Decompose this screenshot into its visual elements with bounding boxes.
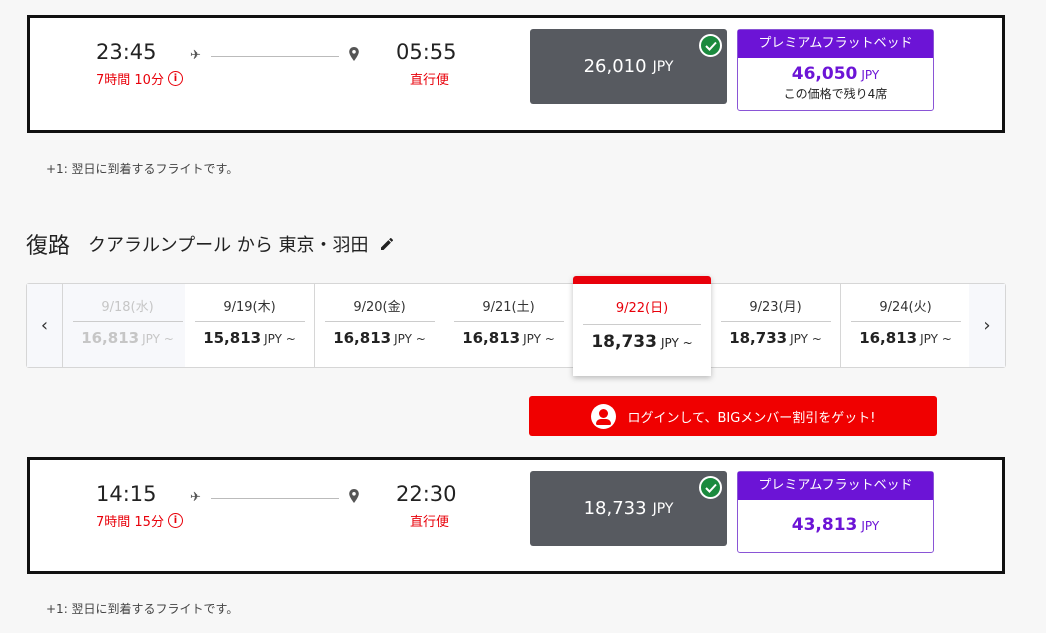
date-currency: JPY ~	[142, 332, 174, 346]
pencil-edit-icon[interactable]	[379, 236, 395, 252]
check-icon	[699, 476, 722, 499]
date-option-0[interactable]: 9/18(水) 16,813 JPY ~	[63, 284, 193, 367]
date-currency: JPY ~	[790, 332, 822, 346]
selected-date-currency: JPY ~	[660, 336, 693, 350]
arrival-time: 22:30	[396, 482, 457, 506]
date-price: 16,813	[81, 329, 140, 347]
selected-indicator	[573, 276, 711, 284]
return-route: クアラルンプール から 東京・羽田	[88, 235, 369, 256]
duration-text: 7時間 10分	[96, 73, 164, 88]
chevron-right-icon: ›	[983, 315, 991, 336]
standard-currency: JPY	[652, 58, 674, 75]
login-banner-text: ログインして、BIGメンバー割引をゲット!	[627, 410, 876, 426]
selected-date-price: 18,733	[591, 332, 657, 352]
standard-price: 18,733	[583, 498, 647, 519]
date-selector: ‹ 9/18(水) 16,813 JPY ~ 9/19(木) 15,813 JPY …	[26, 283, 1006, 368]
arrival-time: 05:55	[396, 40, 457, 64]
premium-flatbed-fare[interactable]: プレミアムフラットベッド 46,050 JPY この価格で残り4席	[737, 29, 934, 111]
date-label: 9/20(金)	[353, 300, 406, 315]
date-price: 16,813	[462, 329, 521, 347]
date-currency: JPY ~	[523, 332, 555, 346]
premium-price: 43,813	[791, 515, 858, 535]
date-label: 9/19(木)	[223, 300, 276, 315]
seats-remaining: この価格で残り4席	[783, 87, 888, 101]
return-heading: 復路 クアラルンプール から 東京・羽田	[26, 228, 395, 260]
date-price: 15,813	[203, 329, 262, 347]
date-label: 9/24(火)	[879, 300, 932, 315]
chevron-left-icon: ‹	[40, 315, 49, 336]
info-icon[interactable]: i	[167, 71, 183, 86]
duration-text: 7時間 15分	[96, 515, 164, 530]
premium-price: 46,050	[791, 64, 858, 84]
return-title: 復路	[26, 234, 71, 259]
date-option-selected[interactable]: 9/22(日) 18,733 JPY ~	[573, 276, 711, 376]
route-line	[211, 56, 339, 57]
date-label: 9/18(水)	[101, 300, 154, 315]
departure-time: 23:45	[96, 40, 157, 64]
date-currency: JPY ~	[394, 332, 426, 346]
date-price: 16,813	[859, 329, 918, 347]
route-line	[211, 498, 339, 499]
standard-fare-selected[interactable]: 26,010 JPY	[530, 29, 727, 104]
date-option-3[interactable]: 9/21(土) 16,813 JPY ~	[444, 284, 574, 367]
flight-duration[interactable]: 7時間 15分 i	[96, 511, 183, 530]
premium-label: プレミアムフラットベッド	[738, 472, 933, 500]
date-option-6[interactable]: 9/24(火) 16,813 JPY ~	[841, 284, 971, 367]
selected-date-label: 9/22(日)	[615, 301, 669, 316]
date-label: 9/23(月)	[749, 300, 802, 315]
location-pin-icon	[349, 47, 359, 61]
next-day-note: +1: 翌日に到着するフライトです。	[46, 162, 239, 176]
date-price: 18,733	[729, 329, 788, 347]
premium-flatbed-fare[interactable]: プレミアムフラットベッド 43,813 JPY	[737, 471, 934, 553]
date-currency: JPY ~	[264, 332, 296, 346]
plane-icon: ✈	[190, 490, 201, 505]
date-option-5[interactable]: 9/23(月) 18,733 JPY ~	[711, 284, 841, 367]
premium-currency: JPY	[861, 519, 880, 533]
date-price: 16,813	[333, 329, 392, 347]
next-dates-button[interactable]: ›	[969, 284, 1005, 367]
premium-label: プレミアムフラットベッド	[738, 30, 933, 58]
premium-currency: JPY	[861, 68, 880, 82]
next-day-note: +1: 翌日に到着するフライトです。	[46, 602, 239, 616]
check-icon	[699, 34, 722, 57]
plane-icon: ✈	[190, 48, 201, 63]
date-option-1[interactable]: 9/19(木) 15,813 JPY ~	[185, 284, 315, 367]
return-flight-card: 14:15 7時間 15分 i ✈ 22:30 直行便 18,733 JPY プ…	[27, 457, 1005, 574]
info-icon[interactable]: i	[167, 513, 183, 528]
location-pin-icon	[349, 489, 359, 503]
prev-dates-button[interactable]: ‹	[27, 284, 63, 367]
outbound-flight-card: 23:45 7時間 10分 i ✈ 05:55 直行便 26,010 JPY プ…	[27, 15, 1005, 133]
departure-time: 14:15	[96, 482, 157, 506]
standard-fare-selected[interactable]: 18,733 JPY	[530, 471, 727, 546]
user-icon	[590, 403, 616, 429]
standard-currency: JPY	[652, 500, 674, 517]
login-member-discount-button[interactable]: ログインして、BIGメンバー割引をゲット!	[529, 396, 937, 436]
standard-price: 26,010	[583, 56, 647, 77]
date-label: 9/21(土)	[482, 300, 535, 315]
flight-duration[interactable]: 7時間 10分 i	[96, 69, 183, 88]
direct-flight-label: 直行便	[410, 73, 450, 88]
direct-flight-label: 直行便	[410, 515, 450, 530]
date-option-2[interactable]: 9/20(金) 16,813 JPY ~	[315, 284, 445, 367]
date-currency: JPY ~	[920, 332, 952, 346]
